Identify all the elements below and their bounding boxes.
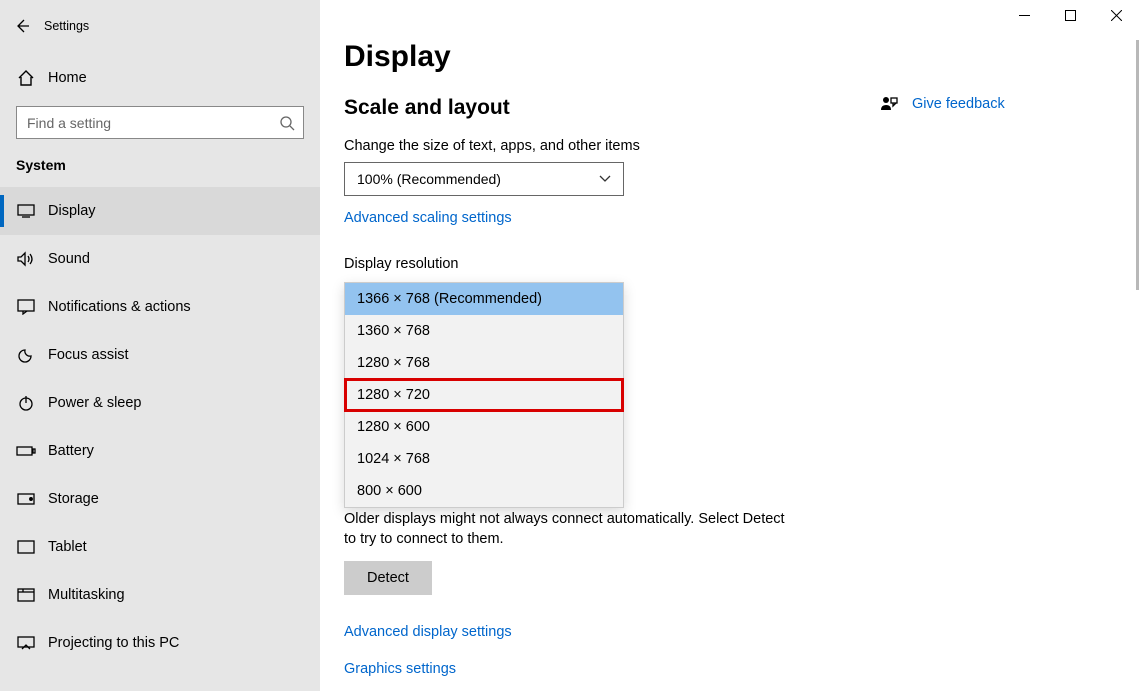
search-icon [279,115,295,131]
scale-label: Change the size of text, apps, and other… [344,138,1139,154]
sidebar-item-label: Focus assist [48,347,129,363]
search-box[interactable] [16,106,304,139]
resolution-dropdown-popup[interactable]: 1366 × 768 (Recommended) 1360 × 768 1280… [344,282,624,508]
resolution-option[interactable]: 1024 × 768 [345,443,623,475]
advanced-display-link[interactable]: Advanced display settings [344,624,512,640]
sound-icon [16,251,36,267]
display-icon [16,204,36,218]
power-icon [16,395,36,411]
sidebar-item-multitasking[interactable]: Multitasking [0,571,320,619]
feedback-label: Give feedback [912,96,1005,112]
resolution-option[interactable]: 1280 × 720 [345,379,623,411]
sidebar-item-sound[interactable]: Sound [0,235,320,283]
multitasking-icon [16,588,36,602]
minimize-button[interactable] [1001,0,1047,30]
window-controls [1001,0,1139,30]
sidebar-item-battery[interactable]: Battery [0,427,320,475]
close-button[interactable] [1093,0,1139,30]
focus-assist-icon [16,346,36,364]
resolution-label: Display resolution [344,256,1139,272]
sidebar-item-tablet[interactable]: Tablet [0,523,320,571]
sidebar-item-storage[interactable]: Storage [0,475,320,523]
search-input[interactable] [17,107,303,138]
sidebar-item-label: Display [48,203,96,219]
sidebar-item-notifications[interactable]: Notifications & actions [0,283,320,331]
storage-icon [16,493,36,505]
sidebar: Settings Home System Display [0,0,320,691]
detect-description: Older displays might not always connect … [344,510,794,549]
main-content: Display Scale and layout Change the size… [320,0,1139,691]
sidebar-item-label: Projecting to this PC [48,635,179,651]
sidebar-item-focus-assist[interactable]: Focus assist [0,331,320,379]
resolution-option[interactable]: 1360 × 768 [345,315,623,347]
scale-dropdown[interactable]: 100% (Recommended) [344,162,624,196]
back-button[interactable] [0,6,44,46]
battery-icon [16,445,36,457]
projecting-icon [16,636,36,650]
give-feedback-link[interactable]: Give feedback [880,95,1005,113]
sidebar-item-label: Battery [48,443,94,459]
maximize-button[interactable] [1047,0,1093,30]
graphics-settings-link[interactable]: Graphics settings [344,661,456,677]
resolution-option[interactable]: 1280 × 600 [345,411,623,443]
sidebar-item-display[interactable]: Display [0,187,320,235]
sidebar-home-label: Home [48,70,87,86]
sidebar-item-projecting[interactable]: Projecting to this PC [0,619,320,667]
chevron-down-icon [599,175,611,183]
sidebar-item-label: Storage [48,491,99,507]
resolution-option[interactable]: 800 × 600 [345,475,623,507]
sidebar-item-label: Power & sleep [48,395,142,411]
sidebar-nav: Display Sound Notifications & actions Fo… [0,187,320,667]
sidebar-item-power-sleep[interactable]: Power & sleep [0,379,320,427]
home-icon [16,69,36,87]
detect-button[interactable]: Detect [344,561,432,595]
resolution-option[interactable]: 1366 × 768 (Recommended) [345,283,623,315]
sidebar-item-label: Multitasking [48,587,125,603]
resolution-option[interactable]: 1280 × 768 [345,347,623,379]
notifications-icon [16,299,36,315]
window-title: Settings [44,19,89,33]
sidebar-item-label: Notifications & actions [48,299,191,315]
scale-dropdown-value: 100% (Recommended) [357,171,501,187]
section-title-scale: Scale and layout [344,96,1139,120]
sidebar-item-label: Tablet [48,539,87,555]
sidebar-category: System [0,139,320,183]
tablet-icon [16,540,36,554]
advanced-scaling-link[interactable]: Advanced scaling settings [344,210,512,226]
sidebar-item-label: Sound [48,251,90,267]
sidebar-home[interactable]: Home [0,58,320,98]
feedback-icon [880,95,898,113]
page-title: Display [344,40,1139,74]
